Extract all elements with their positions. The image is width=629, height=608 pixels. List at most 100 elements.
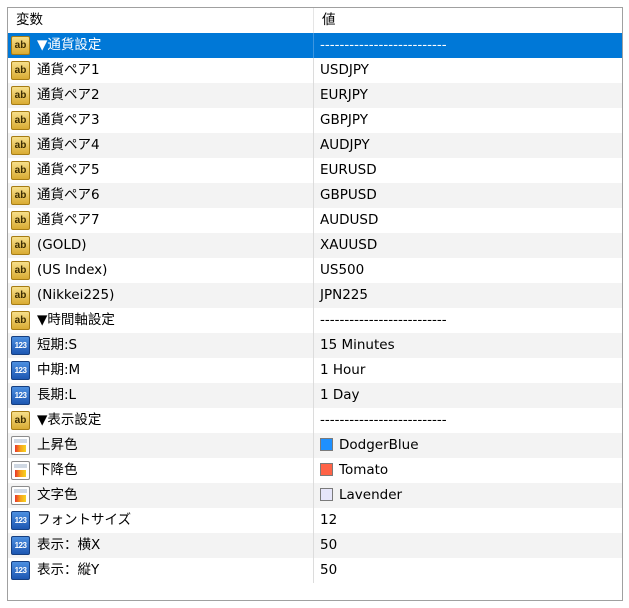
parameter-name-cell[interactable]: 文字色 [8, 483, 314, 508]
ab-icon: ab [11, 236, 30, 255]
parameter-value-cell[interactable]: 50 [314, 533, 622, 558]
parameter-value: -------------------------- [320, 312, 447, 328]
number-icon: 123 [11, 361, 30, 380]
ab-icon: ab [11, 161, 30, 180]
parameter-name: 通貨ペア7 [37, 212, 100, 228]
parameter-value-cell[interactable]: -------------------------- [314, 308, 622, 333]
parameter-row[interactable]: 123 中期:M 1 Hour [8, 358, 622, 383]
parameter-name-cell[interactable]: ab 通貨ペア2 [8, 83, 314, 108]
number-icon: 123 [11, 336, 30, 355]
parameter-value-cell[interactable]: 1 Day [314, 383, 622, 408]
parameter-name-cell[interactable]: ab ▼表示設定 [8, 408, 314, 433]
parameter-value: USDJPY [320, 62, 369, 78]
parameter-name-cell[interactable]: ab 通貨ペア4 [8, 133, 314, 158]
parameter-value-cell[interactable]: JPN225 [314, 283, 622, 308]
parameter-value-cell[interactable]: DodgerBlue [314, 433, 622, 458]
parameter-value: GBPUSD [320, 187, 377, 203]
parameter-row[interactable]: ab 通貨ペア4 AUDJPY [8, 133, 622, 158]
ab-icon: ab [11, 111, 30, 130]
parameter-name-cell[interactable]: ab (US Index) [8, 258, 314, 283]
ab-icon: ab [11, 261, 30, 280]
parameter-row[interactable]: 文字色 Lavender [8, 483, 622, 508]
header-variable[interactable]: 変数 [8, 8, 314, 33]
number-icon: 123 [11, 561, 30, 580]
parameter-row[interactable]: ab 通貨ペア3 GBPJPY [8, 108, 622, 133]
parameter-row[interactable]: 123 フォントサイズ 12 [8, 508, 622, 533]
parameter-row[interactable]: 123 表示：縦Y 50 [8, 558, 622, 583]
parameter-name-cell[interactable]: 上昇色 [8, 433, 314, 458]
parameter-row[interactable]: ab (Nikkei225) JPN225 [8, 283, 622, 308]
parameter-row[interactable]: ab (GOLD) XAUUSD [8, 233, 622, 258]
parameter-name-cell[interactable]: ab (GOLD) [8, 233, 314, 258]
parameter-value: XAUUSD [320, 237, 378, 253]
parameter-row[interactable]: 上昇色 DodgerBlue [8, 433, 622, 458]
parameter-name-cell[interactable]: 下降色 [8, 458, 314, 483]
parameter-value: -------------------------- [320, 412, 447, 428]
grid-header: 変数 値 [8, 8, 622, 34]
parameter-value-cell[interactable]: 15 Minutes [314, 333, 622, 358]
parameter-value: 12 [320, 512, 338, 528]
parameter-value-cell[interactable]: Lavender [314, 483, 622, 508]
parameter-name-cell[interactable]: ab 通貨ペア7 [8, 208, 314, 233]
parameter-value-cell[interactable]: AUDUSD [314, 208, 622, 233]
parameter-value-cell[interactable]: 12 [314, 508, 622, 533]
parameter-value: 50 [320, 537, 338, 553]
parameter-row[interactable]: ab ▼時間軸設定 -------------------------- [8, 308, 622, 333]
parameter-value-cell[interactable]: 50 [314, 558, 622, 583]
parameter-value-cell[interactable]: Tomato [314, 458, 622, 483]
parameter-name-cell[interactable]: ab (Nikkei225) [8, 283, 314, 308]
number-icon: 123 [11, 511, 30, 530]
parameter-value-cell[interactable]: US500 [314, 258, 622, 283]
parameter-row[interactable]: ab ▼通貨設定 -------------------------- [8, 33, 622, 58]
parameter-name-cell[interactable]: 123 フォントサイズ [8, 508, 314, 533]
parameter-row[interactable]: ab 通貨ペア2 EURJPY [8, 83, 622, 108]
parameter-name-cell[interactable]: 123 表示：横X [8, 533, 314, 558]
parameter-value-cell[interactable]: EURUSD [314, 158, 622, 183]
parameter-name-cell[interactable]: ab 通貨ペア3 [8, 108, 314, 133]
parameter-row[interactable]: 123 長期:L 1 Day [8, 383, 622, 408]
parameter-value-cell[interactable]: USDJPY [314, 58, 622, 83]
parameter-name-cell[interactable]: ab ▼通貨設定 [8, 33, 314, 58]
parameter-row[interactable]: 123 表示：横X 50 [8, 533, 622, 558]
parameter-name-cell[interactable]: ab 通貨ペア1 [8, 58, 314, 83]
parameter-name: (US Index) [37, 262, 108, 278]
ab-icon: ab [11, 411, 30, 430]
parameter-value: -------------------------- [320, 37, 447, 53]
parameter-value-cell[interactable]: GBPUSD [314, 183, 622, 208]
parameter-rows: ab ▼通貨設定 -------------------------- ab 通貨ペア1… [8, 33, 622, 583]
parameter-row[interactable]: ab 通貨ペア5 EURUSD [8, 158, 622, 183]
parameter-row[interactable]: 123 短期:S 15 Minutes [8, 333, 622, 358]
parameter-name: 通貨ペア2 [37, 87, 100, 103]
parameter-value: 1 Hour [320, 362, 366, 378]
parameter-value-cell[interactable]: GBPJPY [314, 108, 622, 133]
parameter-value-cell[interactable]: -------------------------- [314, 33, 622, 58]
header-value[interactable]: 値 [314, 8, 622, 33]
parameter-value: AUDJPY [320, 137, 370, 153]
parameter-name-cell[interactable]: 123 短期:S [8, 333, 314, 358]
parameter-name: 中期:M [37, 362, 81, 378]
parameter-row[interactable]: 下降色 Tomato [8, 458, 622, 483]
number-icon: 123 [11, 386, 30, 405]
parameter-value: Tomato [339, 462, 389, 478]
parameter-name-cell[interactable]: ab 通貨ペア5 [8, 158, 314, 183]
parameter-value: EURUSD [320, 162, 377, 178]
parameter-row[interactable]: ab 通貨ペア7 AUDUSD [8, 208, 622, 233]
parameter-value-cell[interactable]: AUDJPY [314, 133, 622, 158]
parameter-name-cell[interactable]: 123 中期:M [8, 358, 314, 383]
parameter-row[interactable]: ab ▼表示設定 -------------------------- [8, 408, 622, 433]
parameter-value-cell[interactable]: XAUUSD [314, 233, 622, 258]
parameter-row[interactable]: ab 通貨ペア1 USDJPY [8, 58, 622, 83]
parameter-name-cell[interactable]: ab ▼時間軸設定 [8, 308, 314, 333]
parameter-value-cell[interactable]: EURJPY [314, 83, 622, 108]
parameter-name-cell[interactable]: ab 通貨ペア6 [8, 183, 314, 208]
ab-icon: ab [11, 211, 30, 230]
parameter-row[interactable]: ab (US Index) US500 [8, 258, 622, 283]
parameter-row[interactable]: ab 通貨ペア6 GBPUSD [8, 183, 622, 208]
parameter-value: AUDUSD [320, 212, 379, 228]
color-icon [11, 436, 30, 455]
color-swatch [320, 488, 333, 501]
parameter-name-cell[interactable]: 123 表示：縦Y [8, 558, 314, 583]
parameter-value-cell[interactable]: -------------------------- [314, 408, 622, 433]
parameter-value-cell[interactable]: 1 Hour [314, 358, 622, 383]
parameter-name-cell[interactable]: 123 長期:L [8, 383, 314, 408]
